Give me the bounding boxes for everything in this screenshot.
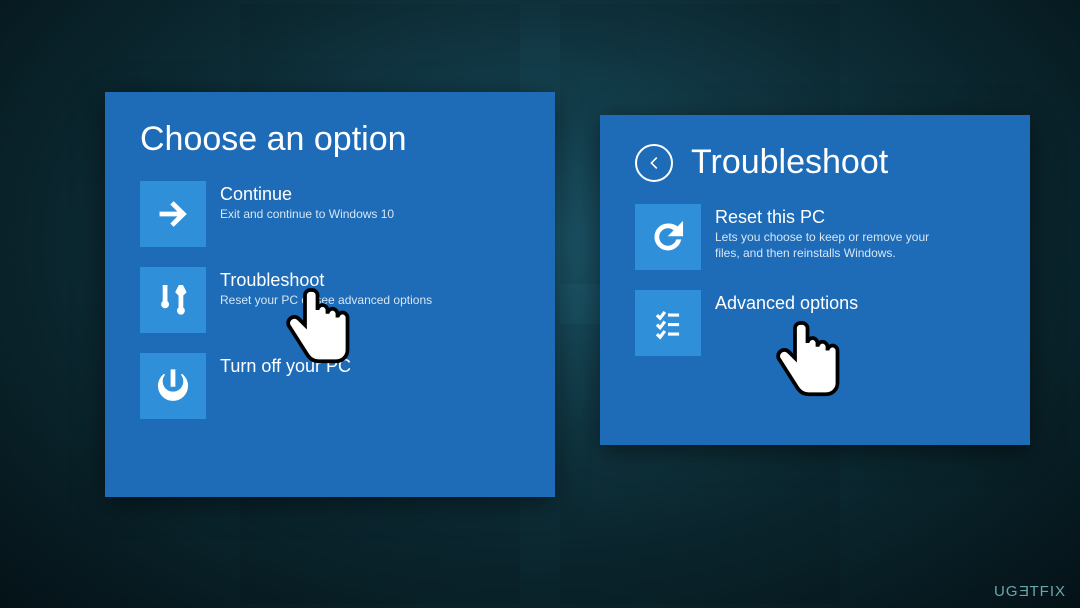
troubleshoot-panel: Troubleshoot Reset this PC Lets you choo… — [600, 115, 1030, 445]
tile-desc: Reset your PC or see advanced options — [220, 293, 432, 309]
list-icon — [635, 290, 701, 356]
tile-title: Troubleshoot — [220, 270, 432, 291]
tile-reset-pc[interactable]: Reset this PC Lets you choose to keep or… — [635, 204, 995, 270]
tile-turn-off[interactable]: Turn off your PC — [140, 353, 520, 419]
tile-title: Turn off your PC — [220, 356, 351, 377]
tile-desc: Exit and continue to Windows 10 — [220, 207, 394, 223]
tile-title: Continue — [220, 184, 394, 205]
back-button[interactable] — [635, 144, 673, 182]
tile-continue[interactable]: Continue Exit and continue to Windows 10 — [140, 181, 520, 247]
panel-title: Troubleshoot — [691, 143, 888, 182]
watermark: UGETFIX — [994, 583, 1066, 600]
arrow-right-icon — [140, 181, 206, 247]
power-icon — [140, 353, 206, 419]
tools-icon — [140, 267, 206, 333]
reset-icon — [635, 204, 701, 270]
tile-title: Advanced options — [715, 293, 858, 314]
panel-title: Choose an option — [140, 120, 407, 159]
tile-desc: Lets you choose to keep or remove your f… — [715, 230, 955, 261]
choose-option-panel: Choose an option Continue Exit and conti… — [105, 92, 555, 497]
tile-advanced-options[interactable]: Advanced options — [635, 290, 995, 356]
tile-title: Reset this PC — [715, 207, 955, 228]
tile-troubleshoot[interactable]: Troubleshoot Reset your PC or see advanc… — [140, 267, 520, 333]
